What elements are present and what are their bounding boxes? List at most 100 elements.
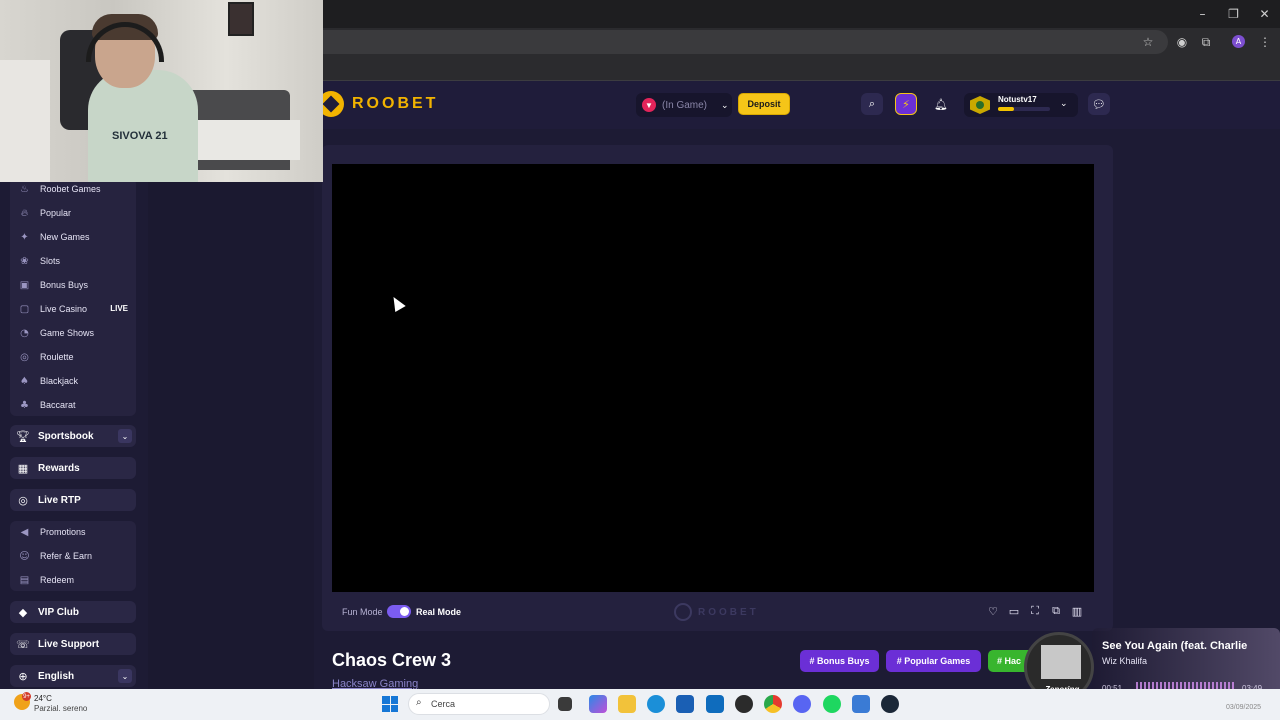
sidebar-item-popular[interactable]: 🔥︎ Popular bbox=[18, 204, 71, 222]
balance-label: (In Game) bbox=[662, 99, 708, 111]
obs-icon[interactable] bbox=[735, 695, 753, 713]
user-menu[interactable]: Notustv17 ⌄ bbox=[964, 93, 1078, 117]
bell-icon: 🔔︎ bbox=[934, 97, 948, 111]
logo-text: ROOBET bbox=[352, 95, 439, 112]
chevron-down-icon[interactable]: ⌄ bbox=[118, 429, 132, 443]
sidebar-item-roobet-games[interactable]: ♨ Roobet Games bbox=[18, 180, 101, 198]
minimize-icon[interactable]: – bbox=[1187, 0, 1218, 28]
club-icon: ♣ bbox=[20, 399, 29, 411]
language-label: English bbox=[38, 670, 75, 682]
address-bar[interactable] bbox=[200, 30, 1168, 54]
chevron-down-icon: ⌄ bbox=[721, 99, 729, 110]
sidebar-item-label: VIP Club bbox=[38, 606, 79, 618]
copilot-icon[interactable] bbox=[589, 695, 607, 713]
sidebar-item-baccarat[interactable]: ♣ Baccarat bbox=[18, 396, 76, 414]
sidebar-item-label: Slots bbox=[40, 256, 61, 266]
sidebar-item-live-casino[interactable]: ▢ Live Casino bbox=[18, 300, 87, 318]
sidebar-item-refer-earn[interactable]: ☺ Refer & Earn bbox=[18, 547, 92, 565]
window-controls: – ❐ ✕ bbox=[1187, 0, 1280, 28]
sidebar-item-rewards[interactable]: ▦ Rewards bbox=[10, 457, 136, 479]
puzzle-icon[interactable]: ⧉ bbox=[1197, 33, 1215, 51]
stats-icon[interactable]: ▥ bbox=[1070, 604, 1084, 618]
language-selector[interactable]: ⊕ English ⌄ bbox=[10, 665, 136, 687]
sidebar-item-label: Popular bbox=[40, 208, 72, 218]
file-explorer-icon[interactable] bbox=[618, 695, 636, 713]
tag-bonus-buys[interactable]: # Bonus Buys bbox=[800, 650, 879, 672]
xp-progress-bar bbox=[998, 107, 1050, 111]
bookmark-star-icon[interactable]: ☆ bbox=[1139, 33, 1157, 51]
headset-icon: ☏ bbox=[16, 637, 30, 651]
roobet-watermark: ROOBET bbox=[674, 603, 759, 621]
task-view-icon[interactable] bbox=[558, 697, 572, 711]
fun-mode-label: Fun Mode bbox=[342, 607, 383, 617]
sidebar-item-label: Sportsbook bbox=[38, 430, 94, 442]
vpn-icon[interactable] bbox=[852, 695, 870, 713]
taskbar-search-placeholder: Cerca bbox=[431, 699, 456, 709]
store-icon[interactable] bbox=[676, 695, 694, 713]
heart-icon[interactable]: ♡ bbox=[986, 604, 1000, 618]
sidebar-item-live-rtp[interactable]: ◎ Live RTP bbox=[10, 489, 136, 511]
steam-icon[interactable] bbox=[881, 695, 899, 713]
extension-icon[interactable]: ◉ bbox=[1173, 33, 1191, 51]
game-control-icons: ♡ ▭ ⛶ ⧉ ▥ bbox=[986, 604, 1084, 618]
search-button[interactable]: ⌕ bbox=[861, 93, 883, 115]
diamond-icon: ◆ bbox=[18, 605, 28, 619]
outlook-icon[interactable] bbox=[706, 695, 724, 713]
notifications-button[interactable]: 🔔︎ bbox=[930, 93, 952, 115]
sidebar-item-label: Rewards bbox=[38, 462, 80, 474]
chrome-icon[interactable] bbox=[764, 695, 782, 713]
windows-start-icon[interactable] bbox=[382, 696, 398, 712]
sparkle-icon: ✦ bbox=[20, 231, 29, 243]
sidebar-item-label: Roulette bbox=[40, 352, 74, 362]
game-title: Chaos Crew 3 bbox=[332, 650, 452, 670]
webcam-bedsheet bbox=[190, 120, 300, 160]
sidebar-item-new-games[interactable]: ✦ New Games bbox=[18, 228, 89, 246]
sidebar-item-slots[interactable]: ❀ Slots bbox=[18, 252, 60, 270]
chevron-down-icon: ⌄ bbox=[1060, 98, 1068, 108]
sidebar-item-bonus-buys[interactable]: ▣ Bonus Buys bbox=[18, 276, 88, 294]
taskbar-search[interactable]: ⌕ Cerca bbox=[408, 693, 550, 715]
watermark-text: ROOBET bbox=[698, 606, 759, 618]
cherry-icon: ❀ bbox=[20, 255, 29, 267]
sidebar-item-roulette[interactable]: ◎ Roulette bbox=[18, 348, 74, 366]
flame-icon: ♨ bbox=[20, 183, 29, 195]
webcam-poster bbox=[228, 2, 254, 36]
sidebar-item-blackjack[interactable]: ♠ Blackjack bbox=[18, 372, 78, 390]
chat-button[interactable]: 💬︎ bbox=[1088, 93, 1110, 115]
chevron-down-icon[interactable]: ⌄ bbox=[118, 669, 132, 683]
roobet-logo[interactable]: ROOBET bbox=[318, 91, 438, 117]
game-iframe[interactable] bbox=[332, 164, 1094, 592]
popout-icon[interactable]: ⧉ bbox=[1049, 604, 1063, 618]
tron-coin-icon: ▼ bbox=[642, 98, 656, 112]
sidebar-item-redeem[interactable]: ▤ Redeem bbox=[18, 571, 74, 589]
search-icon: ⌕ bbox=[416, 697, 422, 708]
sidebar-item-game-shows[interactable]: ◔ Game Shows bbox=[18, 324, 94, 342]
mode-toggle[interactable] bbox=[387, 605, 411, 618]
discord-icon[interactable] bbox=[793, 695, 811, 713]
restore-icon[interactable]: ❐ bbox=[1218, 0, 1249, 28]
sidebar-item-live-support[interactable]: ☏ Live Support bbox=[10, 633, 136, 655]
sidebar-item-sportsbook[interactable]: 🏆︎ Sportsbook ⌄ bbox=[10, 425, 136, 447]
close-icon[interactable]: ✕ bbox=[1249, 0, 1280, 28]
fire-icon: 🔥︎ bbox=[20, 207, 29, 219]
username: Notustv17 bbox=[998, 95, 1037, 104]
spotify-icon[interactable] bbox=[823, 695, 841, 713]
deposit-button[interactable]: Deposit bbox=[738, 93, 790, 115]
sidebar-item-label: Live Support bbox=[38, 638, 100, 650]
sidebar-item-vip-club[interactable]: ◆ VIP Club bbox=[10, 601, 136, 623]
sidebar-item-label: Game Shows bbox=[40, 328, 95, 338]
sidebar-item-label: Blackjack bbox=[40, 376, 79, 386]
fullscreen-icon[interactable]: ⛶ bbox=[1028, 604, 1042, 618]
tag-popular-games[interactable]: # Popular Games bbox=[886, 650, 981, 672]
windows-taskbar: 9+ 24°C Parzial. sereno ⌕ Cerca 03/09/20… bbox=[0, 689, 1280, 720]
profile-avatar[interactable]: A bbox=[1232, 35, 1245, 48]
lightning-button[interactable]: ⚡ bbox=[895, 93, 917, 115]
menu-kebab-icon[interactable]: ⋮ bbox=[1256, 33, 1274, 51]
sidebar-item-label: Bonus Buys bbox=[40, 280, 89, 290]
wheel-icon: ◔ bbox=[20, 327, 29, 339]
sidebar-item-promotions[interactable]: ◀ Promotions bbox=[18, 523, 86, 541]
edge-icon[interactable] bbox=[647, 695, 665, 713]
theater-mode-icon[interactable]: ▭ bbox=[1007, 604, 1021, 618]
balance-selector[interactable]: ▼ (In Game) ⌄ bbox=[636, 93, 732, 117]
weather-temperature: 24°C bbox=[34, 694, 52, 703]
